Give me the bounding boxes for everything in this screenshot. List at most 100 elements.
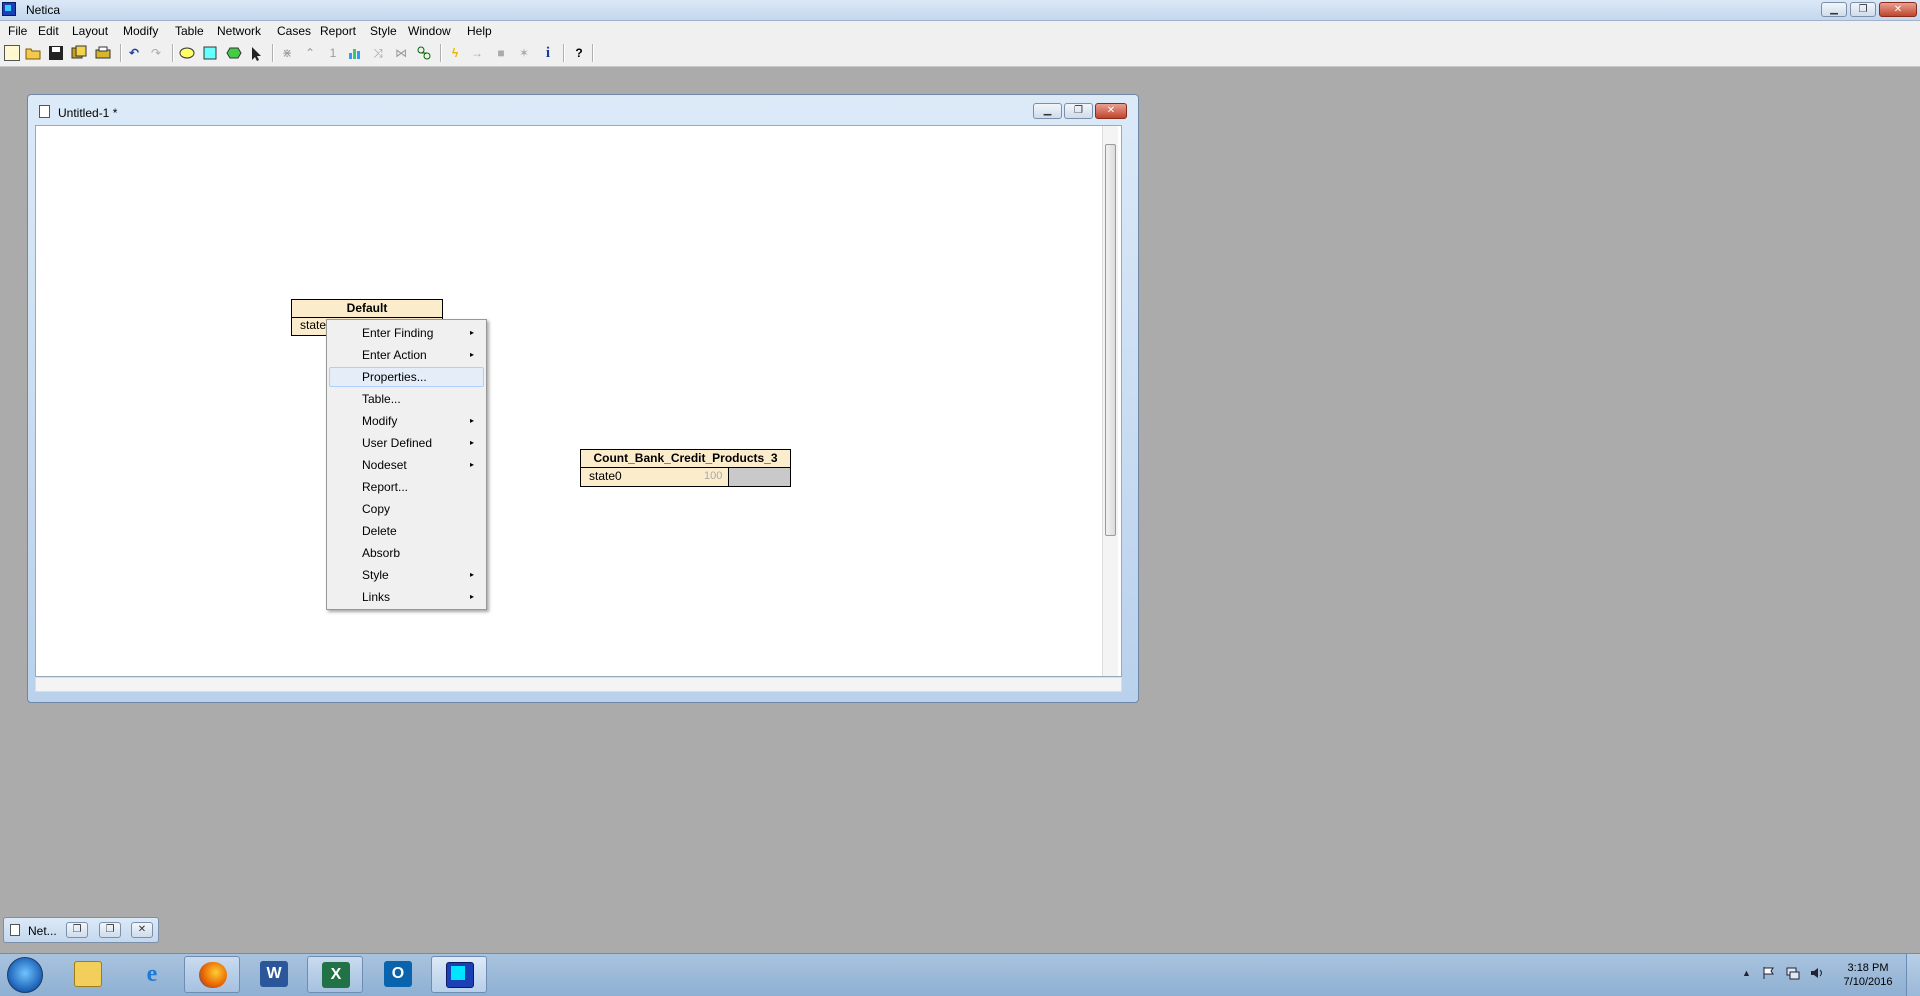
minimized-window[interactable]: Net... ❐ ❐ ✕ — [3, 917, 159, 943]
open-folder-icon[interactable] — [25, 45, 41, 61]
info-icon[interactable]: i — [540, 45, 556, 61]
menu-layout[interactable]: Layout — [72, 24, 108, 38]
taskbar-netica[interactable] — [431, 956, 487, 993]
netica-icon — [446, 962, 474, 988]
menu-style[interactable]: Style — [370, 24, 397, 38]
vertical-scroll-thumb[interactable] — [1105, 144, 1116, 536]
ctx-modify[interactable]: Modify ▸ — [329, 411, 484, 431]
minimize-button[interactable]: ▁ — [1821, 2, 1847, 17]
node-state-value: 100 — [704, 470, 723, 482]
menu-modify[interactable]: Modify — [123, 24, 158, 38]
horizontal-scrollbar[interactable] — [35, 677, 1122, 692]
submenu-arrow-icon: ▸ — [469, 416, 474, 425]
ctx-links[interactable]: Links ▸ — [329, 587, 484, 607]
number-one-icon[interactable]: 1 — [325, 45, 341, 61]
vertical-scrollbar[interactable] — [1102, 126, 1118, 676]
start-button[interactable] — [7, 957, 43, 993]
document-title: Untitled-1 * — [58, 106, 118, 120]
minwin-close-button[interactable]: ✕ — [131, 922, 153, 938]
menu-report[interactable]: Report — [320, 24, 356, 38]
taskbar-outlook[interactable]: O — [370, 956, 426, 993]
system-clock[interactable]: 3:18 PM 7/10/2016 — [1836, 961, 1900, 989]
node-state-label: state — [300, 318, 327, 332]
ctx-item-label: User Defined — [362, 436, 433, 450]
ctx-absorb[interactable]: Absorb — [329, 543, 484, 563]
ctx-nodeset[interactable]: Nodeset ▸ — [329, 455, 484, 475]
netica-icon-inner — [451, 966, 465, 980]
word-icon: W — [260, 961, 288, 987]
menu-table[interactable]: Table — [175, 24, 204, 38]
doc-close-button[interactable]: ✕ — [1095, 103, 1127, 119]
select-arrow-icon[interactable] — [249, 45, 265, 61]
taskbar-excel[interactable]: X — [307, 956, 363, 993]
outlook-icon: O — [384, 961, 412, 987]
node-count-bank-credit-products[interactable]: Count_Bank_Credit_Products_3 state0 100 — [580, 449, 791, 487]
show-hidden-icon[interactable]: ▲ — [1742, 968, 1751, 978]
ctx-delete[interactable]: Delete — [329, 521, 484, 541]
menu-cases[interactable]: Cases — [277, 24, 311, 38]
ctx-item-label: Style — [362, 568, 389, 582]
hexagon-node-icon[interactable] — [226, 45, 242, 61]
ctx-user-defined[interactable]: User Defined ▸ — [329, 433, 484, 453]
star-icon[interactable]: ✶ — [516, 45, 532, 61]
link-icon[interactable]: ⋇ — [279, 45, 295, 61]
node-belief-bar — [728, 468, 790, 486]
flag-icon[interactable] — [1762, 966, 1776, 980]
toolbar-separator — [563, 44, 565, 62]
close-button[interactable]: ✕ — [1879, 2, 1917, 17]
network-canvas[interactable]: Default state Count_Bank_Credit_Products… — [35, 125, 1122, 677]
taskbar-firefox[interactable] — [184, 956, 240, 993]
submenu-arrow-icon: ▸ — [469, 570, 474, 579]
help-icon[interactable]: ? — [571, 45, 587, 61]
minwin-maximize-button[interactable]: ❐ — [99, 922, 121, 938]
network-document-window[interactable]: Untitled-1 * ▁ ❐ ✕ Default state Count_B… — [27, 94, 1139, 703]
chart-icon[interactable] — [347, 45, 363, 61]
ctx-item-label: Enter Action — [362, 348, 427, 362]
optimize-icon[interactable] — [416, 45, 432, 61]
absorb-icon[interactable]: ⌃ — [302, 45, 318, 61]
taskbar-file-explorer[interactable] — [60, 956, 116, 993]
ctx-table[interactable]: Table... — [329, 389, 484, 409]
mark-icon[interactable]: ■ — [493, 45, 509, 61]
network-icon[interactable] — [1786, 966, 1800, 980]
doc-minimize-button[interactable]: ▁ — [1033, 103, 1062, 119]
ctx-properties[interactable]: Properties... — [329, 367, 484, 387]
submenu-arrow-icon: ▸ — [469, 328, 474, 337]
ellipse-node-icon[interactable] — [179, 45, 195, 61]
ctx-report[interactable]: Report... — [329, 477, 484, 497]
compile-icon[interactable]: ϟ — [447, 45, 463, 61]
submenu-arrow-icon: ▸ — [469, 350, 474, 359]
save-all-icon[interactable] — [71, 45, 87, 61]
restore-button[interactable]: ❐ — [1850, 2, 1876, 17]
taskbar-word[interactable]: W — [246, 956, 302, 993]
reverse-link-icon[interactable]: ⤨ — [370, 45, 386, 61]
redo-icon[interactable]: ↷ — [148, 45, 164, 61]
reduce-icon[interactable]: ⋈ — [393, 45, 409, 61]
new-file-icon[interactable] — [4, 45, 20, 61]
print-icon[interactable] — [95, 45, 111, 61]
minwin-restore-button[interactable]: ❐ — [66, 922, 88, 938]
menu-bar: File Edit Layout Modify Table Network Ca… — [0, 21, 1920, 40]
save-icon[interactable] — [48, 45, 64, 61]
menu-file[interactable]: File — [8, 24, 27, 38]
ctx-copy[interactable]: Copy — [329, 499, 484, 519]
doc-restore-button[interactable]: ❐ — [1064, 103, 1093, 119]
file-explorer-icon — [74, 961, 102, 987]
internet-explorer-icon: e — [146, 961, 158, 987]
document-icon — [10, 924, 20, 936]
ctx-style[interactable]: Style ▸ — [329, 565, 484, 585]
undo-icon[interactable]: ↶ — [126, 45, 142, 61]
toolbar-separator — [440, 44, 442, 62]
rectangle-node-icon[interactable] — [202, 45, 218, 61]
menu-edit[interactable]: Edit — [38, 24, 59, 38]
menu-window[interactable]: Window — [408, 24, 451, 38]
ctx-enter-finding[interactable]: Enter Finding ▸ — [329, 323, 484, 343]
menu-network[interactable]: Network — [217, 24, 261, 38]
ctx-enter-action[interactable]: Enter Action ▸ — [329, 345, 484, 365]
arrow-right-icon[interactable]: → — [469, 45, 485, 61]
show-desktop-button[interactable] — [1906, 954, 1920, 996]
taskbar-internet-explorer[interactable]: e — [124, 956, 180, 993]
menu-help[interactable]: Help — [467, 24, 492, 38]
ctx-item-label: Delete — [362, 524, 397, 538]
volume-icon[interactable] — [1810, 966, 1824, 980]
